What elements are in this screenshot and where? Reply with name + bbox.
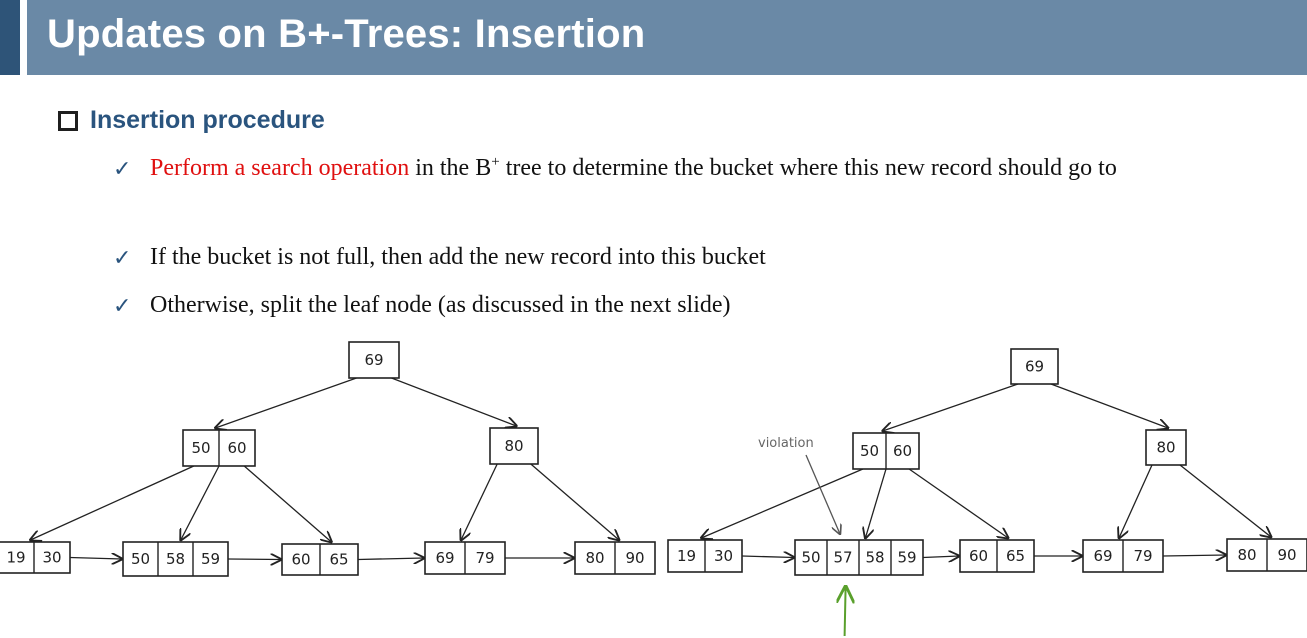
bullet-item-2: ✓ If the bucket is not full, then add th… bbox=[113, 237, 1210, 278]
bplus-tree-diagram: 6950 60 8019 30 50 58 59 60 65 69 79 80 906950 60 8019… bbox=[0, 341, 1307, 637]
bullet-text-1-a: in the B bbox=[409, 155, 492, 181]
tree-edge-after-i1-l2 bbox=[865, 468, 887, 538]
node-key: 57 bbox=[833, 549, 852, 567]
leaf-pointer-before-l2-l3 bbox=[227, 559, 281, 560]
node-key: 19 bbox=[6, 549, 25, 567]
node-key: 80 bbox=[1156, 439, 1175, 457]
node-key: 60 bbox=[227, 439, 246, 457]
node-key: 60 bbox=[893, 442, 912, 460]
tree-edge-after-i1-l3 bbox=[908, 468, 1008, 538]
tree-edge-after-root-i1 bbox=[883, 383, 1019, 431]
node-key: 69 bbox=[1093, 547, 1112, 565]
tree-edge-before-root-i1 bbox=[215, 377, 357, 428]
node-key: 30 bbox=[714, 547, 733, 565]
check-icon: ✓ bbox=[113, 156, 132, 181]
node-key: 60 bbox=[291, 551, 310, 569]
node-key: 79 bbox=[475, 549, 494, 567]
bullet-text-2: If the bucket is not full, then add the … bbox=[150, 244, 766, 270]
tree-node-before-l3: 60 65 bbox=[281, 543, 359, 576]
section-heading: Insertion procedure bbox=[58, 106, 325, 135]
node-key: 90 bbox=[1277, 546, 1296, 564]
bullet-text-1-b: tree to determine the bucket where this … bbox=[499, 155, 1117, 181]
node-key: 80 bbox=[1237, 546, 1256, 564]
violation-label: violation bbox=[758, 436, 814, 451]
node-key: 79 bbox=[1133, 547, 1152, 565]
tree-edge-before-i1-l2 bbox=[181, 465, 220, 540]
node-key: 50 bbox=[191, 439, 210, 457]
node-key: 58 bbox=[166, 550, 185, 568]
tree-edge-after-i2-l4 bbox=[1119, 464, 1153, 538]
leaf-pointer-after-l4-l5 bbox=[1162, 555, 1226, 556]
title-accent-bar bbox=[0, 0, 20, 75]
new-key-arrow bbox=[845, 587, 846, 637]
node-key: 58 bbox=[865, 549, 884, 567]
node-key: 59 bbox=[201, 550, 220, 568]
check-icon: ✓ bbox=[113, 245, 132, 270]
node-key: 50 bbox=[801, 549, 820, 567]
bullet-text-1: Perform a search operation in the B+ tre… bbox=[150, 148, 1210, 189]
node-key: 69 bbox=[364, 351, 383, 369]
leaf-pointer-after-l1-l2 bbox=[741, 556, 794, 558]
tree-node-before-i2: 80 bbox=[489, 427, 539, 465]
bullet-text-3: Otherwise, split the leaf node (as discu… bbox=[150, 292, 731, 318]
bullet-text-1-sup: + bbox=[491, 154, 500, 170]
square-bullet-icon bbox=[58, 110, 78, 131]
node-key: 65 bbox=[1006, 547, 1025, 565]
tree-edge-before-i1-l1 bbox=[30, 465, 195, 540]
node-key: 50 bbox=[860, 442, 879, 460]
node-key: 80 bbox=[585, 549, 604, 567]
node-key: 90 bbox=[625, 549, 644, 567]
violation-pointer bbox=[805, 454, 840, 534]
tree-node-after-root: 69 bbox=[1010, 348, 1059, 385]
tree-node-after-l5: 80 90 bbox=[1226, 538, 1307, 572]
tree-node-before-l2: 50 58 59 bbox=[122, 541, 229, 577]
node-key: 59 bbox=[897, 549, 916, 567]
bullet-item-3: ✓ Otherwise, split the leaf node (as dis… bbox=[113, 285, 1210, 326]
tree-node-after-l2: 50 57 58 59 bbox=[794, 539, 924, 576]
tree-edge-before-root-i2 bbox=[391, 377, 517, 426]
tree-node-after-i1: 50 60 bbox=[852, 432, 920, 470]
leaf-pointer-before-l1-l2 bbox=[69, 558, 122, 560]
tree-node-after-i2: 80 bbox=[1145, 429, 1187, 466]
leaf-pointer-before-l3-l4 bbox=[357, 558, 424, 560]
tree-node-before-l1: 19 30 bbox=[0, 541, 71, 574]
tree-node-before-l4: 69 79 bbox=[424, 541, 506, 575]
node-key: 30 bbox=[42, 549, 61, 567]
node-key: 19 bbox=[677, 547, 696, 565]
tree-edge-after-root-i2 bbox=[1050, 383, 1168, 428]
check-icon: ✓ bbox=[113, 293, 132, 318]
tree-node-before-root: 69 bbox=[348, 341, 400, 379]
node-key: 69 bbox=[435, 549, 454, 567]
tree-node-after-l1: 19 30 bbox=[667, 539, 743, 573]
tree-node-after-l3: 60 65 bbox=[959, 539, 1035, 573]
node-key: 50 bbox=[131, 550, 150, 568]
section-title: Insertion procedure bbox=[90, 106, 325, 134]
tree-edge-before-i1-l3 bbox=[243, 465, 331, 542]
tree-edge-before-i2-l5 bbox=[530, 463, 619, 540]
tree-edge-after-i2-l5 bbox=[1179, 464, 1271, 537]
tree-edge-after-i1-l1 bbox=[701, 468, 864, 538]
tree-node-after-l4: 69 79 bbox=[1082, 539, 1164, 573]
tree-node-before-i1: 50 60 bbox=[182, 429, 256, 467]
node-key: 69 bbox=[1025, 358, 1044, 376]
bullet-item-1: ✓ Perform a search operation in the B+ t… bbox=[113, 148, 1210, 189]
node-key: 65 bbox=[329, 551, 348, 569]
tree-edge-before-i2-l4 bbox=[461, 463, 498, 540]
bullet-highlight: Perform a search operation bbox=[150, 155, 410, 181]
tree-node-before-l5: 80 90 bbox=[574, 541, 656, 575]
node-key: 80 bbox=[504, 437, 523, 455]
slide-title: Updates on B+-Trees: Insertion bbox=[47, 12, 646, 56]
leaf-pointer-after-l2-l3 bbox=[922, 556, 959, 558]
node-key: 60 bbox=[969, 547, 988, 565]
